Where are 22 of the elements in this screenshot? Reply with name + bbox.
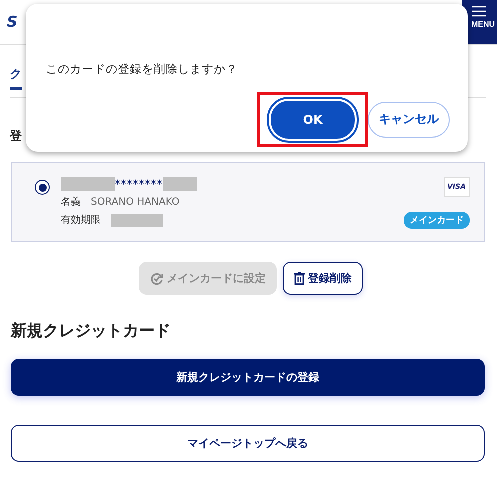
register-card-button[interactable]: 新規クレジットカードの登録 — [11, 359, 485, 396]
radio-button[interactable] — [35, 180, 50, 195]
back-button[interactable]: マイページトップへ戻る — [11, 425, 485, 462]
dialog-button[interactable]: キャンセル — [368, 102, 450, 138]
masked-block — [111, 214, 163, 226]
trash-icon — [294, 272, 305, 285]
main-card-badge: メインカード — [404, 212, 470, 229]
section-title: 登 — [10, 128, 23, 145]
refresh-icon — [150, 272, 164, 286]
logo: S — [7, 13, 18, 31]
holder-name: SORANO HANAKO — [91, 196, 180, 208]
holder-label: 名義 — [61, 196, 81, 209]
card-number: ******** — [115, 178, 163, 190]
page-title: ク — [10, 66, 22, 90]
dialog-button[interactable]: OK — [269, 99, 357, 141]
dialog-message: このカードの登録を削除しますか？ — [46, 62, 239, 77]
card-action-button[interactable]: 登録削除 — [283, 262, 363, 295]
expiry-label: 有効期限 — [61, 214, 101, 227]
section-title: 新規クレジットカード — [11, 321, 172, 342]
masked-block — [163, 177, 197, 191]
menu-icon — [472, 6, 486, 17]
masked-block — [61, 177, 115, 191]
